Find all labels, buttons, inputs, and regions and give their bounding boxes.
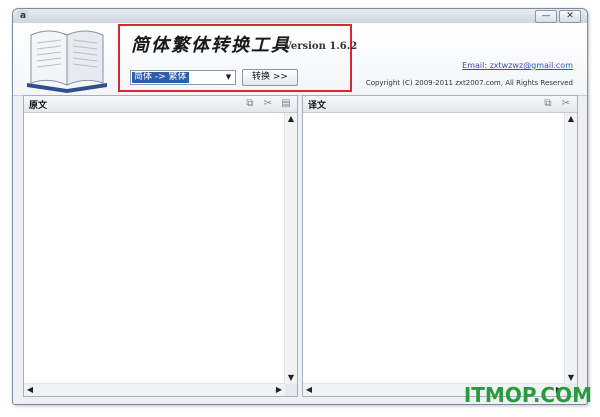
source-pane: 原文 ⧉ ✂ ▤ ▲ ▼ ◀ ▶ xyxy=(23,95,298,397)
paste-icon[interactable]: ▤ xyxy=(279,97,293,111)
conversion-mode-select[interactable]: 简体 -> 繁体 ▼ xyxy=(130,70,236,85)
app-title: 简体繁体转换工具 xyxy=(131,35,291,56)
cut-icon[interactable]: ✂ xyxy=(261,97,275,111)
scroll-up-icon[interactable]: ▲ xyxy=(565,113,577,125)
close-button[interactable]: ✕ xyxy=(559,10,581,23)
window-controls: — ✕ xyxy=(535,10,581,23)
email-link[interactable]: Email: zxtwzwz@gmail.com xyxy=(462,61,573,70)
minimize-button[interactable]: — xyxy=(535,10,557,23)
scroll-left-icon[interactable]: ◀ xyxy=(303,384,315,396)
app-window: a — ✕ 简体繁体转换工具 Version 1.6.2 简体 -> 繁体 ▼ … xyxy=(12,8,588,405)
scroll-up-icon[interactable]: ▲ xyxy=(285,113,297,125)
watermark-text: ITMOP.COM xyxy=(463,383,592,407)
version-label: Version 1.6.2 xyxy=(284,41,358,52)
target-pane: 译文 ⧉ ✂ ▲ ▼ ◀ ▶ xyxy=(302,95,578,397)
copy-icon[interactable]: ⧉ xyxy=(541,97,555,111)
target-vertical-scrollbar[interactable]: ▲ ▼ xyxy=(564,113,577,384)
source-pane-tools: ⧉ ✂ ▤ xyxy=(243,97,293,111)
scroll-right-icon[interactable]: ▶ xyxy=(273,384,285,396)
copy-icon[interactable]: ⧉ xyxy=(243,97,257,111)
copyright-text: Copyright (C) 2009-2011 zxt2007.com, All… xyxy=(365,79,573,87)
target-pane-header: 译文 ⧉ ✂ xyxy=(303,96,577,113)
convert-button[interactable]: 转换 >> xyxy=(242,69,298,86)
title-bar[interactable]: a — ✕ xyxy=(13,9,587,23)
cut-icon[interactable]: ✂ xyxy=(559,97,573,111)
target-pane-tools: ⧉ ✂ xyxy=(541,97,573,111)
chevron-down-icon[interactable]: ▼ xyxy=(222,71,235,84)
source-horizontal-scrollbar[interactable]: ◀ ▶ xyxy=(24,383,285,396)
book-logo-icon xyxy=(27,30,107,93)
app-icon[interactable]: a xyxy=(17,10,29,22)
target-text-area[interactable] xyxy=(303,113,565,384)
source-pane-title: 原文 xyxy=(29,101,48,111)
target-pane-title: 译文 xyxy=(308,101,327,111)
source-vertical-scrollbar[interactable]: ▲ ▼ xyxy=(284,113,297,384)
mode-select-value: 简体 -> 繁体 xyxy=(132,72,189,83)
scroll-left-icon[interactable]: ◀ xyxy=(24,384,36,396)
source-text-area[interactable] xyxy=(24,113,285,384)
header-banner: 简体繁体转换工具 Version 1.6.2 简体 -> 繁体 ▼ 转换 >> … xyxy=(13,23,587,96)
source-pane-header: 原文 ⧉ ✂ ▤ xyxy=(24,96,297,113)
scroll-down-icon[interactable]: ▼ xyxy=(285,372,297,384)
scrollbar-corner xyxy=(285,384,297,396)
